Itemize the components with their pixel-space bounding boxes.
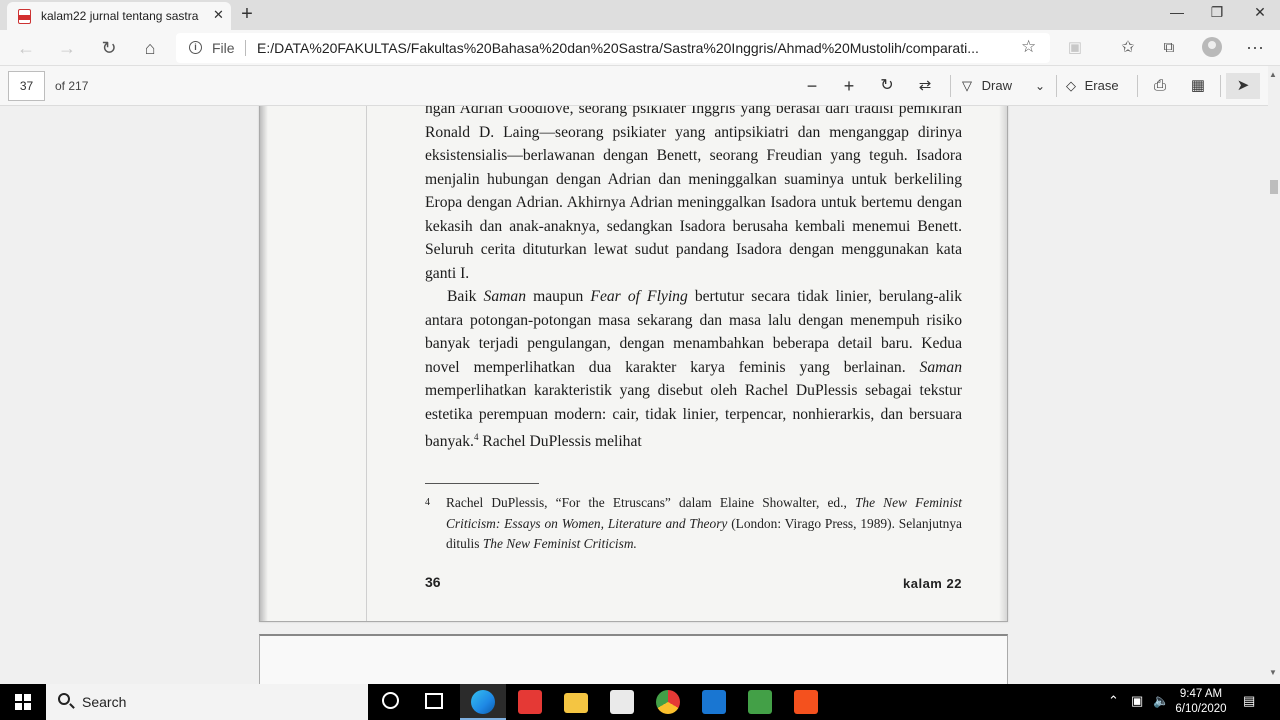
taskbar-edge-active[interactable] <box>460 684 506 720</box>
pdf-page: ngan Adrian Goodlove, seorang psikiater … <box>259 106 1008 622</box>
page-count: of 217 <box>55 79 89 93</box>
toolbar-divider <box>1220 75 1221 97</box>
profile-avatar[interactable] <box>1202 37 1222 57</box>
tray-chevron-icon[interactable]: ⌃ <box>1108 693 1119 709</box>
tab-close-icon[interactable]: ✕ <box>213 7 224 23</box>
start-button[interactable] <box>0 684 46 720</box>
pdf-file-icon <box>18 9 31 24</box>
text-span: maupun <box>526 288 591 305</box>
text-span: Baik <box>447 288 484 305</box>
file-explorer-icon[interactable] <box>564 693 588 713</box>
toolbar-divider <box>950 75 951 97</box>
clock-date: 6/10/2020 <box>1175 703 1227 715</box>
close-window-icon[interactable]: ✕ <box>1237 0 1280 30</box>
address-scheme: File <box>212 40 235 56</box>
info-icon[interactable]: i <box>189 41 202 54</box>
refresh-icon[interactable]: ↻ <box>96 35 122 61</box>
camtasia-recorder-icon[interactable] <box>748 690 772 714</box>
toolbar-divider <box>1056 75 1057 97</box>
toolbar-divider <box>1137 75 1138 97</box>
favorites-icon[interactable]: ✩ <box>1115 35 1141 61</box>
scroll-thumb[interactable] <box>1270 180 1278 194</box>
pin-toolbar-icon[interactable]: ➤ <box>1226 73 1260 99</box>
draw-button[interactable]: ▽ Draw <box>962 73 1022 99</box>
footnote-number: 4 <box>425 497 430 508</box>
pdf-toolbar: 37 of 217 − + ↻ ⇄ ▽ Draw ⌄ ◇ Erase ⎙ ▦ ➤ <box>0 66 1280 106</box>
scroll-up-icon[interactable]: ▲ <box>1269 70 1277 79</box>
erase-button[interactable]: ◇ Erase <box>1066 73 1126 99</box>
search-label: Search <box>82 694 127 710</box>
windows-logo-icon <box>15 694 31 710</box>
address-separator <box>245 40 246 56</box>
reading-view-icon[interactable]: ▣ <box>1062 35 1088 61</box>
scroll-down-icon[interactable]: ▼ <box>1269 668 1277 677</box>
vertical-scrollbar[interactable]: ▲ ▼ <box>1268 66 1280 684</box>
fit-page-icon[interactable]: ⇄ <box>913 73 937 99</box>
text-span: Rachel DuPlessis, “For the Etruscans” da… <box>446 495 855 510</box>
page-body-text: ngan Adrian Goodlove, seorang psikiater … <box>425 106 962 454</box>
chevron-down-icon[interactable]: ⌄ <box>1030 73 1050 99</box>
collections-icon[interactable]: ⧉ <box>1156 35 1182 61</box>
forward-icon[interactable]: → <box>54 35 80 61</box>
zoom-in-icon[interactable]: + <box>837 73 861 99</box>
task-view-icon[interactable] <box>425 693 443 709</box>
clock[interactable]: 9:47 AM 6/10/2020 <box>1170 687 1232 717</box>
address-bar[interactable]: i File E:/DATA%20FAKULTAS/Fakultas%20Bah… <box>176 33 1050 63</box>
pdf-viewer[interactable]: ngan Adrian Goodlove, seorang psikiater … <box>0 106 1268 684</box>
edge-icon <box>471 690 495 714</box>
draw-label: Draw <box>981 78 1012 93</box>
paragraph-2: Baik Saman maupun Fear of Flying bertutu… <box>425 285 962 454</box>
navigation-bar: ← → ↻ ⌂ i File E:/DATA%20FAKULTAS/Fakult… <box>0 30 1280 66</box>
cortana-icon[interactable] <box>382 692 399 709</box>
network-icon[interactable]: ▣ <box>1131 693 1143 709</box>
page-number: 36 <box>425 574 441 590</box>
rotate-icon[interactable]: ↻ <box>875 73 899 99</box>
new-tab-button[interactable]: + <box>237 3 257 25</box>
italic-title: Saman <box>483 288 526 305</box>
next-pdf-page <box>259 634 1008 684</box>
taskbar-search[interactable]: Search <box>46 684 368 720</box>
restore-icon[interactable]: ❐ <box>1194 0 1240 30</box>
eraser-icon: ◇ <box>1066 78 1076 93</box>
address-url[interactable]: E:/DATA%20FAKULTAS/Fakultas%20Bahasa%20d… <box>257 40 1007 56</box>
mail-icon[interactable] <box>702 690 726 714</box>
running-footer: kalam 22 <box>903 576 962 591</box>
notifications-icon[interactable]: ▤ <box>1243 693 1255 709</box>
page-gutter-line <box>366 106 367 621</box>
back-icon[interactable]: ← <box>13 35 39 61</box>
tab-title: kalam22 jurnal tentang sastra ba <box>41 9 201 23</box>
clock-time: 9:47 AM <box>1179 688 1223 700</box>
pen-icon: ▽ <box>962 78 972 93</box>
zoom-out-icon[interactable]: − <box>800 73 824 99</box>
browser-tab[interactable]: kalam22 jurnal tentang sastra ba ✕ <box>7 2 231 30</box>
more-menu-icon[interactable]: ⋯ <box>1242 35 1268 61</box>
save-icon[interactable]: ▦ <box>1186 73 1210 99</box>
search-icon <box>58 693 70 705</box>
volume-icon[interactable]: 🔈 <box>1153 693 1169 709</box>
store-icon[interactable] <box>610 690 634 714</box>
italic-title: Fear of Flying <box>590 288 688 305</box>
text-span: Rachel DuPlessis melihat <box>478 433 642 451</box>
chrome-icon[interactable] <box>656 690 680 714</box>
footnote: 4 Rachel DuPlessis, “For the Etruscans” d… <box>425 493 962 555</box>
footnote-rule <box>425 483 539 484</box>
taskbar: Search ⌃ ▣ 🔈 9:47 AM 6/10/2020 ▤ <box>0 684 1280 720</box>
gift-app-icon[interactable] <box>518 690 542 714</box>
erase-label: Erase <box>1084 78 1119 93</box>
italic-title: The New Feminist Criticism. <box>482 536 637 551</box>
page-number-input[interactable]: 37 <box>8 71 45 101</box>
paragraph-1: ngan Adrian Goodlove, seorang psikiater … <box>425 106 962 282</box>
favorite-star-icon[interactable]: ☆ <box>1021 37 1036 57</box>
camtasia-editor-icon[interactable] <box>794 690 818 714</box>
print-icon[interactable]: ⎙ <box>1148 73 1172 99</box>
home-icon[interactable]: ⌂ <box>137 35 163 61</box>
tab-strip: kalam22 jurnal tentang sastra ba ✕ + — ❐… <box>0 0 1280 30</box>
italic-title: Saman <box>919 358 962 376</box>
